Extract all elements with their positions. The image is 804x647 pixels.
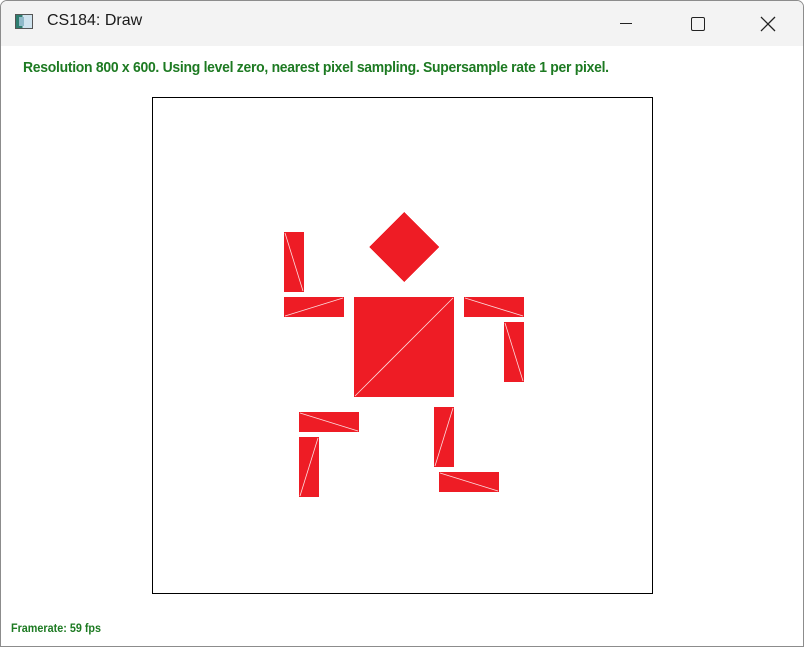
head-diamond bbox=[369, 212, 439, 282]
app-window: CS184: Draw Resolution 800 x 600. Using … bbox=[0, 0, 804, 647]
drawing-svg bbox=[284, 212, 524, 497]
close-button[interactable] bbox=[745, 1, 791, 46]
maximize-button[interactable] bbox=[675, 1, 721, 46]
close-icon bbox=[760, 16, 776, 31]
minimize-icon bbox=[620, 23, 632, 24]
title-bar[interactable]: CS184: Draw bbox=[1, 1, 803, 46]
status-text: Resolution 800 x 600. Using level zero, … bbox=[23, 59, 609, 76]
window-title: CS184: Draw bbox=[47, 12, 143, 29]
minimize-button[interactable] bbox=[603, 1, 649, 46]
framerate-text: Framerate: 59 fps bbox=[11, 621, 102, 635]
app-window-icon bbox=[15, 14, 33, 29]
maximize-icon bbox=[691, 16, 705, 31]
drawing-canvas[interactable] bbox=[152, 97, 653, 594]
